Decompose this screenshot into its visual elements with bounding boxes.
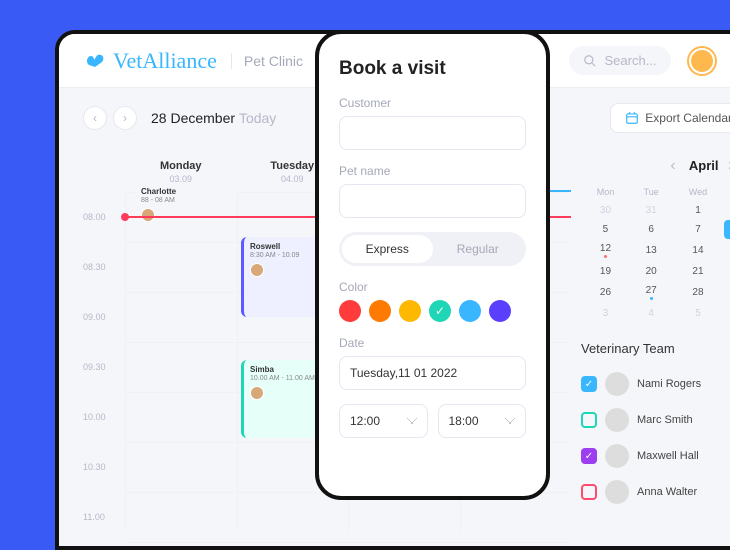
minical-day[interactable]: 5 — [581, 220, 630, 239]
team-member-name: Nami Rogers — [637, 378, 701, 390]
time-label: 09.30 — [83, 342, 125, 392]
search-input[interactable]: Search... — [569, 46, 671, 75]
pet-avatar-icon — [250, 386, 264, 400]
regular-button[interactable]: Regular — [433, 235, 524, 263]
color-option[interactable] — [489, 300, 511, 322]
team-section-title: Veterinary Team — [581, 341, 730, 356]
minical-day[interactable]: 28 — [672, 281, 723, 304]
minical-day[interactable]: 30 — [581, 201, 630, 220]
team-checkbox[interactable]: ✓ — [581, 376, 597, 392]
prev-button[interactable]: ‹ — [83, 106, 107, 130]
pet-avatar-icon — [250, 263, 264, 277]
minical-day[interactable]: 5 — [672, 304, 723, 323]
minical-day[interactable]: 6 — [630, 220, 672, 239]
team-member-name: Marc Smith — [637, 414, 693, 426]
mini-calendar[interactable]: MonTueWedTh3031115678121314...192021...2… — [581, 183, 730, 323]
book-visit-modal: Book a visit Customer Pet name Express R… — [315, 30, 550, 500]
time-label: 10.00 — [83, 392, 125, 442]
date-label: Date — [339, 336, 526, 350]
team-avatar-icon — [605, 480, 629, 504]
color-option[interactable] — [369, 300, 391, 322]
team-avatar-icon — [605, 372, 629, 396]
minical-day[interactable]: 7 — [672, 220, 723, 239]
chevron-left-icon[interactable] — [667, 160, 679, 172]
today-label: Today — [239, 110, 276, 126]
minical-day[interactable]: 31 — [630, 201, 672, 220]
time-label: 08.00 — [83, 192, 125, 242]
next-button[interactable]: › — [113, 106, 137, 130]
minical-day[interactable]: 1 — [724, 304, 730, 323]
team-member-name: Maxwell Hall — [637, 450, 699, 462]
express-button[interactable]: Express — [342, 235, 433, 263]
visit-type-toggle: Express Regular — [339, 232, 526, 266]
minical-day[interactable]: 1 — [672, 201, 723, 220]
minical-day[interactable]: 1 — [724, 281, 730, 304]
calendar-event[interactable]: Charlotte88 - 08 AM — [135, 182, 237, 226]
date-input[interactable] — [339, 356, 526, 390]
time-label: 08.30 — [83, 242, 125, 292]
calendar-icon — [625, 111, 639, 125]
time-label: 09.00 — [83, 292, 125, 342]
minical-day[interactable]: 8 — [724, 220, 730, 239]
color-option[interactable] — [459, 300, 481, 322]
team-avatar-icon — [605, 444, 629, 468]
team-member[interactable]: ✓ Nami Rogers — [581, 366, 730, 402]
team-member[interactable]: Marc Smith — [581, 402, 730, 438]
team-member[interactable]: ✓ Maxwell Hall — [581, 438, 730, 474]
customer-input[interactable] — [339, 116, 526, 150]
minical-day[interactable]: 1 — [724, 201, 730, 220]
brand-name: VetAlliance — [113, 48, 217, 74]
minical-day[interactable]: 14 — [672, 239, 723, 262]
pet-avatar-icon — [141, 208, 155, 222]
current-date: 28 December Today — [151, 110, 276, 126]
petname-input[interactable] — [339, 184, 526, 218]
modal-title: Book a visit — [339, 58, 526, 80]
minical-day[interactable]: 12 — [581, 239, 630, 262]
time-from-select[interactable]: 12:00 — [339, 404, 428, 438]
minical-day[interactable]: 21 — [672, 262, 723, 281]
minical-day[interactable]: ... — [724, 262, 730, 281]
mini-cal-month: April — [689, 158, 719, 173]
user-avatar[interactable] — [689, 48, 715, 74]
team-checkbox[interactable]: ✓ — [581, 448, 597, 464]
search-icon — [583, 54, 597, 68]
right-sidebar: April 2018 MonTueWedTh3031115678121314..… — [581, 148, 730, 532]
customer-label: Customer — [339, 96, 526, 110]
color-option[interactable] — [339, 300, 361, 322]
paw-logo-icon — [83, 49, 107, 73]
team-checkbox[interactable] — [581, 412, 597, 428]
color-option[interactable] — [399, 300, 421, 322]
search-placeholder: Search... — [605, 53, 657, 68]
minical-day[interactable]: ... — [724, 239, 730, 262]
color-option[interactable]: ✓ — [429, 300, 451, 322]
mini-calendar-header: April 2018 — [581, 158, 730, 173]
minical-day[interactable]: 20 — [630, 262, 672, 281]
minical-day[interactable]: 4 — [630, 304, 672, 323]
time-to-select[interactable]: 18:00 — [438, 404, 527, 438]
team-checkbox[interactable] — [581, 484, 597, 500]
logo: VetAlliance — [83, 48, 217, 74]
team-avatar-icon — [605, 408, 629, 432]
minical-day[interactable]: 3 — [581, 304, 630, 323]
minical-day[interactable]: 13 — [630, 239, 672, 262]
team-member[interactable]: Anna Walter — [581, 474, 730, 510]
export-calendar-button[interactable]: Export Calendar — [610, 103, 730, 133]
time-label: 11.30 — [83, 542, 125, 550]
team-member-name: Anna Walter — [637, 486, 697, 498]
color-label: Color — [339, 280, 526, 294]
minical-day[interactable]: 27 — [630, 281, 672, 304]
minical-day[interactable]: 19 — [581, 262, 630, 281]
petname-label: Pet name — [339, 164, 526, 178]
minical-day[interactable]: 26 — [581, 281, 630, 304]
time-label: 10.30 — [83, 442, 125, 492]
brand-subtitle: Pet Clinic — [231, 53, 303, 69]
